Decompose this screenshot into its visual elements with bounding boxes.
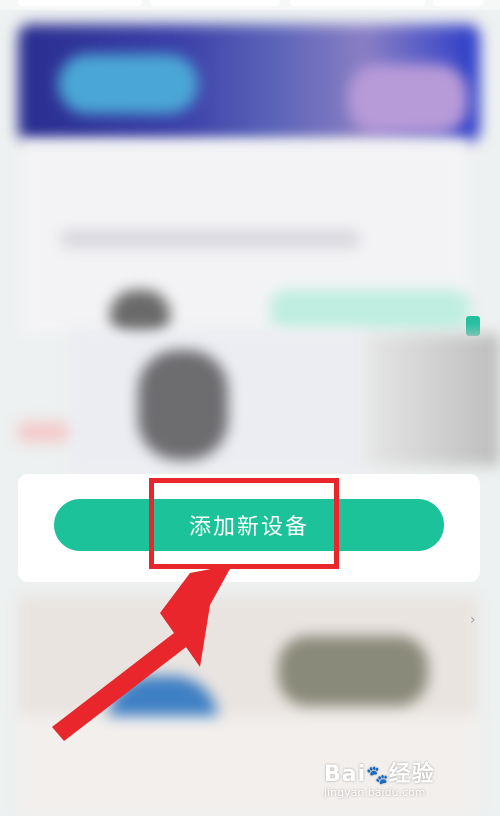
- blurred-button: [270, 290, 470, 330]
- watermark-brand-suffix: 经验: [388, 762, 435, 787]
- arrow-shape: [52, 565, 232, 741]
- chevron-right-icon[interactable]: ›: [470, 612, 480, 628]
- top-tab-1[interactable]: [18, 0, 142, 6]
- top-tab-4[interactable]: [433, 0, 483, 6]
- paw-icon: 🐾: [366, 765, 389, 786]
- side-indicator: [466, 316, 480, 336]
- add-device-button[interactable]: 添加新设备: [54, 499, 444, 551]
- blurred-side-panel: [366, 334, 500, 466]
- watermark-brand: Bai: [324, 762, 367, 787]
- promo-banner[interactable]: [18, 24, 480, 142]
- blurred-image: [278, 636, 428, 706]
- watermark-url: jingyan.baidu.com: [324, 786, 426, 799]
- blurred-content-panel: [20, 140, 470, 340]
- top-tab-3[interactable]: [290, 0, 425, 6]
- banner-graphic: [58, 54, 198, 114]
- blurred-text-line: [60, 230, 360, 248]
- blurred-device-image: [68, 330, 368, 475]
- pointer-arrow-icon: [52, 565, 232, 741]
- blurred-shape: [138, 350, 228, 460]
- blurred-tag: [18, 422, 68, 442]
- top-strip: [0, 0, 500, 10]
- watermark: Bai🐾经验 jingyan.baidu.com: [324, 756, 474, 806]
- banner-graphic: [348, 64, 468, 134]
- top-tab-2[interactable]: [150, 0, 280, 6]
